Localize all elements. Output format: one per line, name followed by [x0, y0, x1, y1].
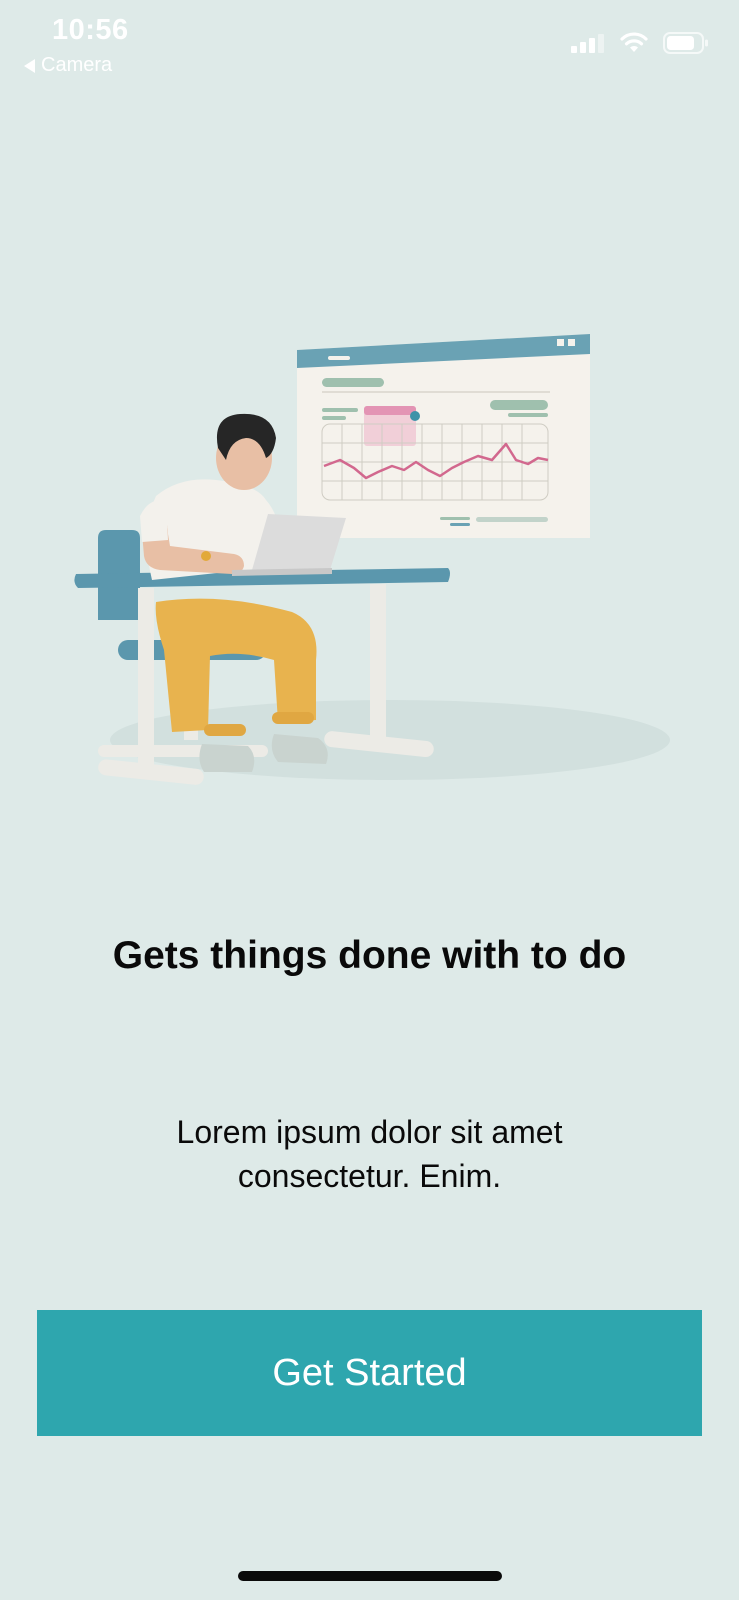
onboarding-title: Gets things done with to do [112, 934, 627, 977]
window-minimize-icon [557, 339, 564, 346]
home-indicator[interactable] [238, 1571, 502, 1581]
onboarding-illustration [74, 334, 670, 785]
cellular-signal-icon [571, 34, 604, 53]
get-started-button[interactable]: Get Started [37, 1310, 702, 1436]
battery-icon [663, 32, 708, 54]
chart-window [297, 334, 590, 538]
back-arrow-icon [24, 58, 35, 73]
onboarding-description: Lorem ipsum dolor sit amet consectetur. … [176, 1114, 563, 1194]
status-icons [571, 32, 709, 54]
back-link-label: Camera [41, 54, 113, 76]
window-close-icon [568, 339, 575, 346]
back-to-camera-link[interactable]: Camera [24, 54, 112, 77]
wifi-icon [620, 32, 648, 52]
status-time: 10:56 [52, 14, 129, 46]
status-bar: 10:56 Camera [0, 0, 739, 90]
